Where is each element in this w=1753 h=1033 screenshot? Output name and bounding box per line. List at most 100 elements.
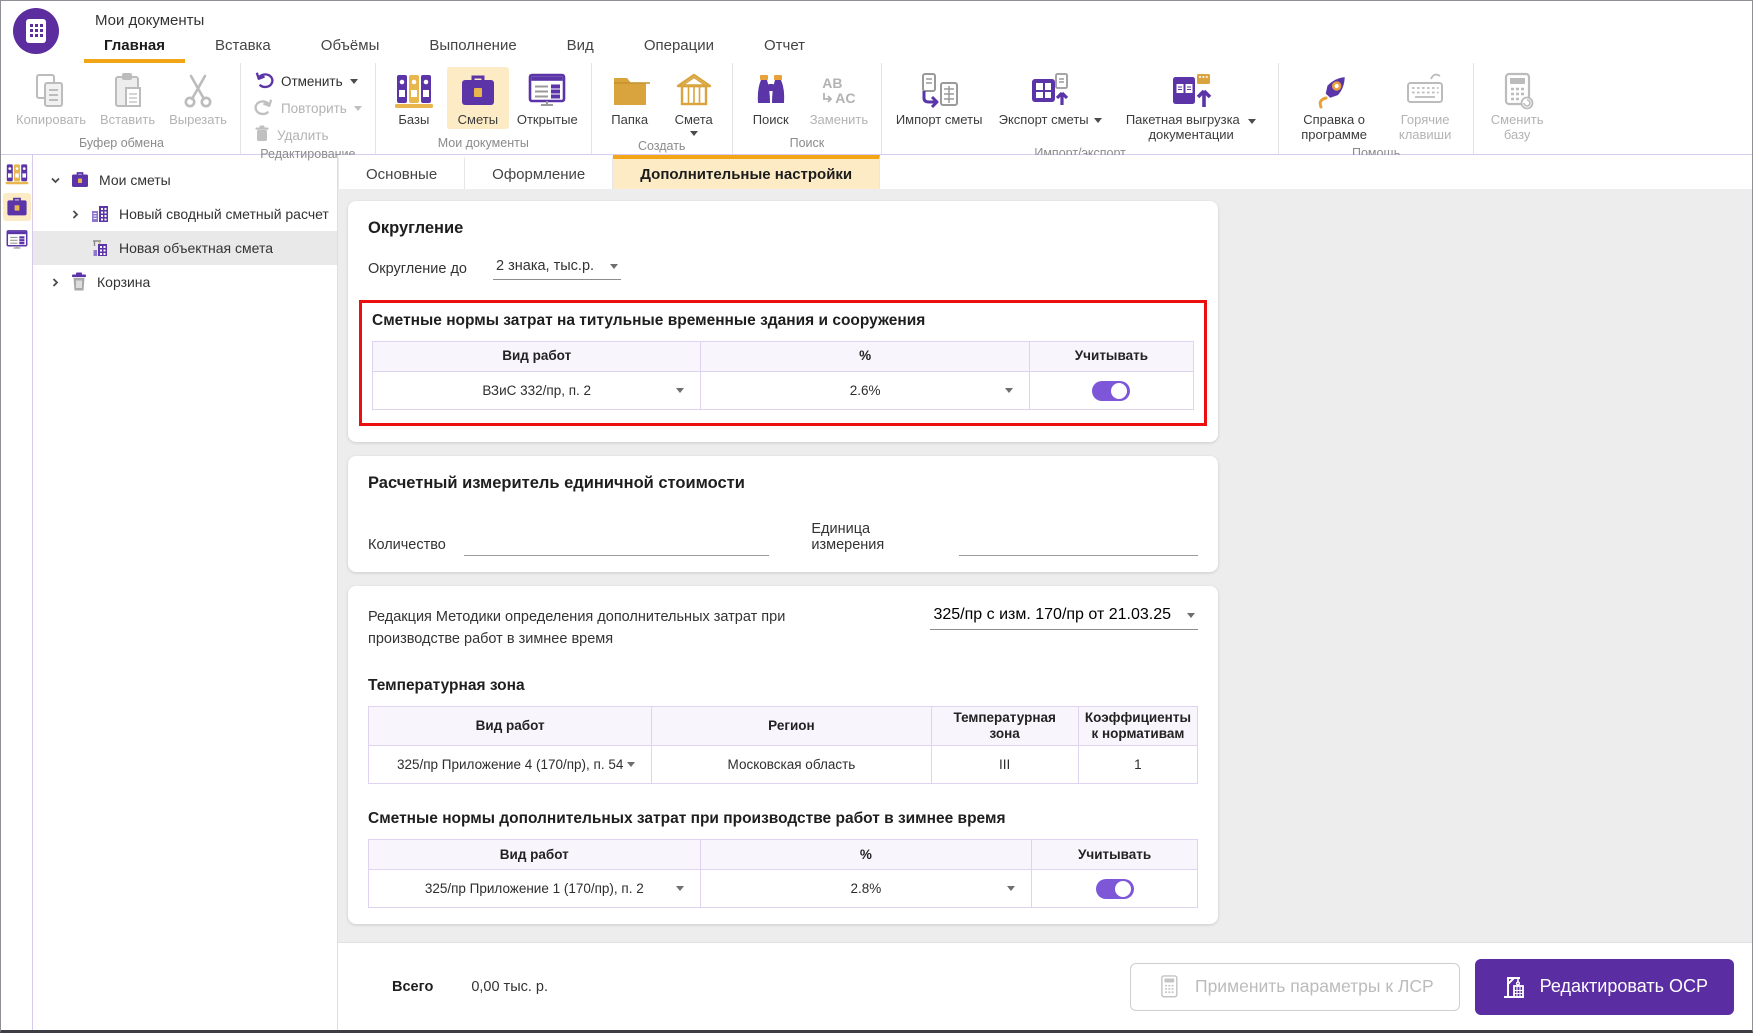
chevron-down-icon[interactable] — [49, 175, 61, 186]
paste-icon — [110, 69, 146, 113]
ribbon-tab-execution[interactable]: Выполнение — [404, 29, 541, 63]
quantity-input[interactable] — [463, 532, 770, 556]
column-header-temp-zone: Температурная зона — [930, 705, 1079, 747]
cut-button[interactable]: Вырезать — [163, 67, 233, 129]
consider-toggle-on[interactable] — [1092, 380, 1131, 401]
titlebar: Мои документы Главная Вставка Объёмы Вып… — [1, 1, 1752, 63]
import-icon — [917, 69, 961, 113]
ribbon-tab-volumes[interactable]: Объёмы — [296, 29, 405, 63]
edit-osr-button[interactable]: Редактировать ОСР — [1474, 958, 1734, 1015]
column-header-work-type: Вид работ — [371, 341, 702, 372]
ribbon-tab-home[interactable]: Главная — [79, 29, 190, 63]
rounding-field-label: Округление до — [368, 261, 467, 277]
opened-button[interactable]: Открытые — [511, 67, 584, 129]
temp-buildings-table: Вид работ % Учитывать ВЗиС 332/пр, п. 2 — [371, 341, 1195, 410]
about-button[interactable]: Справка о программе — [1286, 67, 1382, 144]
redo-dropdown-icon[interactable] — [353, 105, 362, 111]
winter-norms-table: Вид работ % Учитывать 325/пр Приложение … — [368, 839, 1198, 909]
tab-additional-settings[interactable]: Дополнительные настройки — [613, 155, 881, 189]
new-estimate-button[interactable]: Смета — [663, 67, 725, 137]
settings-content: Округление Округление до 2 знака, тыс.р.… — [338, 189, 1752, 942]
unit-input[interactable] — [959, 532, 1198, 556]
unit-label: Единица измерения — [811, 521, 885, 553]
column-header-consider: Учитывать — [1031, 839, 1198, 871]
scissors-icon — [180, 69, 216, 113]
tree-item-my-estimates[interactable]: Мои сметы — [33, 163, 337, 197]
export-dropdown-icon[interactable] — [1093, 117, 1102, 123]
folder-icon — [610, 69, 650, 113]
app-window: Мои документы Главная Вставка Объёмы Вып… — [0, 0, 1753, 1033]
ribbon-group-help: Справка о программе Горячие клавиши Помо… — [1278, 63, 1473, 160]
rail-estimates-button[interactable] — [2, 193, 31, 221]
delete-button[interactable]: Удалить — [254, 125, 362, 145]
ribbon-tab-view[interactable]: Вид — [542, 29, 619, 63]
ribbon-group-import-export: Импорт сметы Экспорт сметы Пакетная выгр… — [881, 63, 1278, 160]
batch-upload-icon — [1168, 69, 1214, 113]
ribbon-tab-bar: Главная Вставка Объёмы Выполнение Вид Оп… — [79, 29, 830, 63]
tab-formatting[interactable]: Оформление — [465, 155, 614, 189]
building-crane-icon — [93, 240, 107, 256]
undo-button[interactable]: Отменить — [254, 71, 362, 91]
ribbon-tab-report[interactable]: Отчет — [739, 29, 830, 63]
chevron-down-icon — [676, 387, 685, 393]
tree-item-trash[interactable]: Корзина — [33, 265, 337, 299]
ribbon-toolbar: Копировать Вставить Вырезать Буфер обмен… — [1, 63, 1752, 161]
change-base-button[interactable]: Сменить базу — [1481, 67, 1553, 144]
keyboard-icon — [1404, 69, 1446, 113]
chevron-down-icon — [1007, 885, 1016, 891]
chevron-right-icon[interactable] — [69, 209, 81, 220]
ribbon-tab-insert[interactable]: Вставка — [190, 29, 296, 63]
building-icon — [92, 206, 108, 222]
bases-button[interactable]: Базы — [383, 67, 445, 129]
percent-dropdown-cell[interactable]: 2.8% — [699, 869, 1033, 909]
tab-main[interactable]: Основные — [338, 155, 466, 189]
tree-item-object-estimate[interactable]: Новая объектная смета — [33, 231, 337, 265]
work-type-dropdown-cell[interactable]: ВЗиС 332/пр, п. 2 — [371, 371, 702, 410]
work-type-dropdown-cell[interactable]: 325/пр Приложение 4 (170/пр), п. 54 — [367, 745, 653, 785]
redo-button[interactable]: Повторить — [254, 98, 362, 118]
column-header-region: Регион — [651, 705, 932, 747]
briefcase-icon — [72, 172, 88, 187]
batch-upload-dropdown-icon[interactable] — [1248, 119, 1257, 124]
chevron-down-icon — [627, 761, 636, 767]
monitor-table-icon — [6, 230, 27, 249]
folder-button[interactable]: Папка — [599, 67, 661, 129]
work-type-dropdown-cell[interactable]: 325/пр Приложение 1 (170/пр), п. 2 — [368, 869, 701, 909]
group-label-my-documents: Мои документы — [437, 136, 529, 150]
replace-button[interactable]: AB AC Заменить — [804, 67, 874, 129]
method-edition-dropdown[interactable]: 325/пр с изм. 170/пр от 21.03.25 — [930, 606, 1198, 630]
chevron-down-icon — [1004, 387, 1013, 393]
trash-icon — [72, 272, 86, 291]
replace-icon: AB AC — [822, 75, 856, 106]
export-estimate-button[interactable]: Экспорт сметы — [991, 67, 1109, 129]
consider-toggle-cell — [1031, 869, 1198, 909]
document-tree: Мои сметы Новый сводный сметный расчет Н… — [33, 155, 338, 1030]
method-edition-label: Редакция Методики определения дополнител… — [368, 609, 786, 648]
calculator-refresh-icon — [1497, 69, 1537, 113]
calculator-icon — [1161, 974, 1178, 997]
import-estimate-button[interactable]: Импорт сметы — [889, 67, 989, 129]
search-button[interactable]: Поиск — [740, 67, 802, 129]
chevron-right-icon[interactable] — [49, 277, 61, 288]
percent-dropdown-cell[interactable]: 2.6% — [700, 371, 1030, 410]
tree-item-summary-calc[interactable]: Новый сводный сметный расчет — [33, 197, 337, 231]
hotkeys-button[interactable]: Горячие клавиши — [1384, 67, 1466, 144]
settings-tab-bar: Основные Оформление Дополнительные настр… — [338, 155, 1752, 189]
consider-toggle-on[interactable] — [1095, 878, 1134, 899]
bottom-bar: Всего 0,00 тыс. р. Применить параметры к… — [338, 942, 1752, 1030]
rail-bases-button[interactable] — [3, 160, 31, 188]
app-logo-icon[interactable] — [13, 8, 59, 54]
ribbon-tab-operations[interactable]: Операции — [619, 29, 739, 63]
coefficient-cell: 1 — [1077, 745, 1199, 785]
undo-dropdown-icon[interactable] — [349, 78, 358, 84]
rounding-dropdown[interactable]: 2 знака, тыс.р. — [493, 258, 622, 280]
batch-upload-button[interactable]: Пакетная выгрузка документации — [1111, 67, 1271, 144]
copy-button[interactable]: Копировать — [10, 67, 92, 129]
new-estimate-dropdown-icon[interactable] — [689, 130, 698, 136]
rail-opened-button[interactable] — [3, 226, 31, 254]
left-icon-rail — [1, 155, 33, 1030]
estimates-button[interactable]: Сметы — [446, 67, 509, 129]
paste-button[interactable]: Вставить — [94, 67, 161, 129]
consider-toggle-cell — [1028, 371, 1195, 410]
apply-params-button[interactable]: Применить параметры к ЛСР — [1129, 962, 1460, 1011]
